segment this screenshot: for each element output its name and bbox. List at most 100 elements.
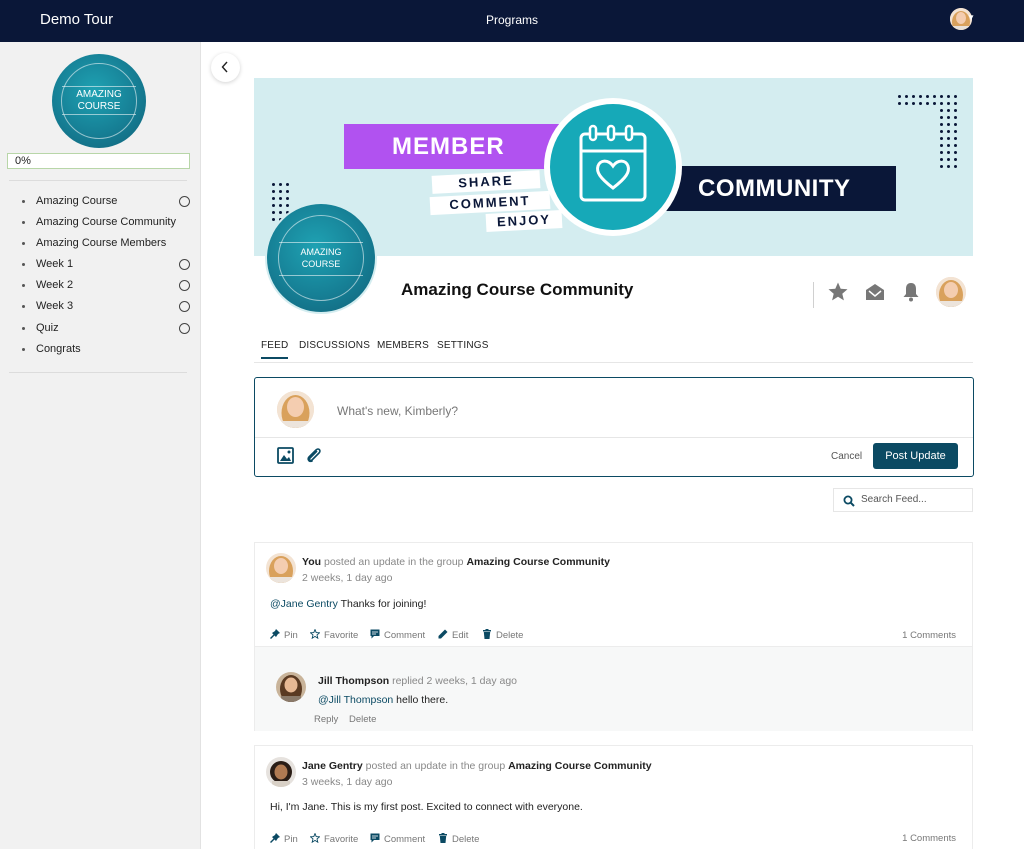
post-composer: What's new, Kimberly? Cancel Post Update xyxy=(254,377,974,477)
search-feed-input[interactable]: Search Feed... xyxy=(833,488,973,512)
reply-verb: replied xyxy=(392,675,424,687)
sidebar-item-label[interactable]: Week 3 xyxy=(36,300,73,312)
bell-icon[interactable] xyxy=(900,281,922,303)
sidebar-item-quiz[interactable]: Quiz xyxy=(22,321,192,337)
pin-button[interactable]: Pin xyxy=(270,629,298,641)
programs-link[interactable]: Programs xyxy=(0,13,1024,27)
sidebar-item-label[interactable]: Amazing Course xyxy=(36,195,117,207)
sidebar-item-label[interactable]: Quiz xyxy=(36,322,59,334)
course-logo: AMAZING COURSE xyxy=(52,54,146,148)
banner-share-text: SHARE xyxy=(431,170,541,194)
action-label: Pin xyxy=(284,630,298,641)
banner-member-text: MEMBER xyxy=(344,124,576,169)
comment-button[interactable]: Comment xyxy=(370,629,425,641)
pin-icon xyxy=(270,629,280,639)
sidebar-item-amazing-course[interactable]: Amazing Course xyxy=(22,194,192,210)
comment-count[interactable]: 1 Comments xyxy=(902,833,956,844)
favorite-button[interactable]: Favorite xyxy=(310,833,358,845)
sidebar-item-week-3[interactable]: Week 3 xyxy=(22,299,192,315)
tab-feed[interactable]: FEED xyxy=(261,340,289,359)
post-verb: posted an update in the group xyxy=(323,556,464,568)
group-title: Amazing Course Community xyxy=(401,280,634,299)
post-header: Jane Gentry posted an update in the grou… xyxy=(302,760,652,772)
post-author[interactable]: You xyxy=(302,556,321,568)
edit-button[interactable]: Edit xyxy=(438,629,468,641)
sidebar-item-week-2[interactable]: Week 2 xyxy=(22,278,192,294)
reply-button[interactable]: Reply xyxy=(314,714,338,725)
tab-settings[interactable]: SETTINGS xyxy=(437,340,489,351)
action-label: Delete xyxy=(452,834,480,845)
delete-button[interactable]: Delete xyxy=(438,833,479,845)
sidebar-item-community[interactable]: Amazing Course Community xyxy=(22,215,192,231)
sidebar-item-label[interactable]: Week 1 xyxy=(36,258,73,270)
reply-author[interactable]: Jill Thompson xyxy=(318,675,389,687)
mention-link[interactable]: @Jill Thompson xyxy=(318,694,393,706)
bullet xyxy=(22,305,25,308)
reply-header: Jill Thompson replied 2 weeks, 1 day ago xyxy=(318,675,517,687)
author-avatar[interactable] xyxy=(266,553,296,583)
mention-link[interactable]: @Jane Gentry xyxy=(270,598,338,610)
collapse-sidebar-button[interactable] xyxy=(211,53,240,82)
cancel-button[interactable]: Cancel xyxy=(831,451,862,462)
comment-icon xyxy=(370,833,380,843)
user-avatar xyxy=(277,391,314,428)
post-text: Thanks for joining! xyxy=(340,598,427,610)
comment-button[interactable]: Comment xyxy=(370,833,425,845)
post-group-link[interactable]: Amazing Course Community xyxy=(466,556,610,568)
reply-delete-button[interactable]: Delete xyxy=(349,714,376,725)
sidebar-item-label[interactable]: Amazing Course Members xyxy=(36,237,166,249)
course-progress-bar: 0% xyxy=(7,153,190,169)
tab-members[interactable]: MEMBERS xyxy=(377,340,429,351)
post-group-link[interactable]: Amazing Course Community xyxy=(508,760,652,772)
comment-count[interactable]: 1 Comments xyxy=(902,630,956,641)
bullet xyxy=(22,327,25,330)
bullet xyxy=(22,242,25,245)
incomplete-circle-icon xyxy=(179,280,190,291)
logo-text-line2: COURSE xyxy=(301,259,341,269)
reply-timestamp[interactable]: 2 weeks, 1 day ago xyxy=(427,675,517,687)
programs-link-label[interactable]: Programs xyxy=(486,13,538,27)
author-avatar[interactable] xyxy=(266,757,296,787)
sidebar-item-label[interactable]: Week 2 xyxy=(36,279,73,291)
favorite-button[interactable]: Favorite xyxy=(310,629,358,641)
star-outline-icon xyxy=(310,833,320,843)
image-upload-icon[interactable] xyxy=(277,447,294,467)
bullet xyxy=(22,284,25,287)
sidebar-item-members[interactable]: Amazing Course Members xyxy=(22,236,192,252)
divider xyxy=(813,282,814,308)
post-author[interactable]: Jane Gentry xyxy=(302,760,363,772)
post-content: @Jane Gentry Thanks for joining! xyxy=(270,598,426,610)
post-input[interactable]: What's new, Kimberly? xyxy=(337,404,458,418)
chevron-left-icon xyxy=(221,61,228,73)
star-icon[interactable] xyxy=(827,281,849,303)
action-label: Pin xyxy=(284,834,298,845)
reply-text: hello there. xyxy=(396,694,449,706)
post-header: You posted an update in the group Amazin… xyxy=(302,556,610,568)
post-update-button[interactable]: Post Update xyxy=(873,443,958,469)
sidebar-item-label[interactable]: Amazing Course Community xyxy=(36,216,176,228)
member-avatar[interactable] xyxy=(936,277,966,307)
divider xyxy=(255,437,973,438)
action-label: Comment xyxy=(384,834,426,845)
top-navigation-bar: Demo Tour Programs ▼ xyxy=(0,0,1024,42)
logo-line xyxy=(62,114,136,115)
bullet xyxy=(22,200,25,203)
sidebar-item-congrats[interactable]: Congrats xyxy=(22,342,192,358)
star-outline-icon xyxy=(310,629,320,639)
trash-icon xyxy=(439,833,447,843)
post-timestamp[interactable]: 2 weeks, 1 day ago xyxy=(302,572,392,584)
reply-author-avatar[interactable] xyxy=(276,672,306,702)
pin-button[interactable]: Pin xyxy=(270,833,298,845)
search-icon xyxy=(843,495,855,507)
post-timestamp[interactable]: 3 weeks, 1 day ago xyxy=(302,776,392,788)
paperclip-icon[interactable] xyxy=(305,447,322,467)
sidebar-item-label[interactable]: Congrats xyxy=(36,343,81,355)
tab-discussions[interactable]: DISCUSSIONS xyxy=(299,340,370,351)
delete-button[interactable]: Delete xyxy=(482,629,523,641)
logo-text-line1: AMAZING xyxy=(300,247,342,257)
action-label: Favorite xyxy=(324,834,359,845)
chevron-down-icon[interactable]: ▼ xyxy=(967,13,975,22)
message-inbox-icon[interactable] xyxy=(864,281,886,303)
sidebar-item-week-1[interactable]: Week 1 xyxy=(22,257,192,273)
progress-label: 0% xyxy=(15,155,31,167)
